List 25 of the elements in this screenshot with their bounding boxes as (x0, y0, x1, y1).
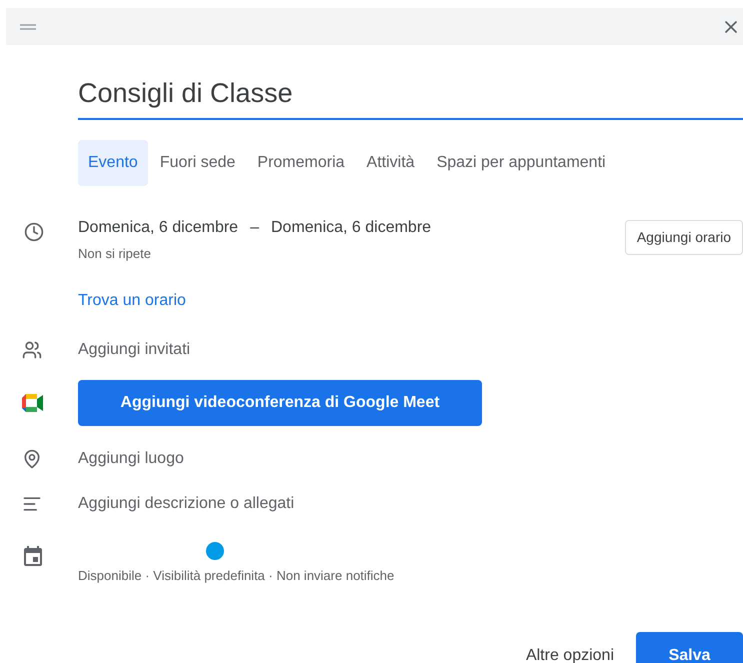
guests-field[interactable]: Aggiungi invitati (78, 338, 478, 362)
meet-button[interactable]: Aggiungi videoconferenza di Google Meet (78, 380, 482, 426)
video-camera-icon (22, 394, 46, 412)
title-field[interactable]: Consigli di Classe (78, 73, 743, 120)
drag-handle-icon[interactable] (20, 24, 36, 30)
start-date[interactable]: Domenica, 6 dicembre (78, 216, 238, 240)
people-icon (22, 340, 42, 360)
event-type-tab[interactable]: Fuori sede (150, 140, 246, 186)
location-field[interactable]: Aggiungi luogo (78, 447, 478, 471)
end-date[interactable]: Domenica, 6 dicembre (270, 216, 432, 240)
save-button[interactable]: Salva (636, 632, 743, 663)
event-type-tab[interactable]: Evento (78, 140, 148, 186)
calendar-icon (24, 546, 42, 566)
event-type-tab[interactable]: Spazi per appuntamenti (426, 140, 616, 186)
find-time-link[interactable]: Trova un orario (78, 289, 186, 313)
date-separator: – (250, 218, 259, 238)
calendar-details[interactable]: Disponibile · Visibilità predefinita · Non inviare notifiche (78, 566, 394, 586)
clock-icon (24, 222, 44, 242)
event-type-tab[interactable]: Attività (356, 140, 425, 186)
recurrence-text[interactable]: Non si ripete (78, 244, 625, 263)
location-pin-icon (22, 449, 42, 469)
description-field[interactable]: Aggiungi descrizione o allegati (78, 492, 478, 516)
add-time-button[interactable]: Aggiungi orario (624, 220, 743, 254)
more-options-button[interactable]: Altre opzioni (522, 634, 618, 663)
event-type-tab[interactable]: Promemoria (247, 140, 355, 186)
